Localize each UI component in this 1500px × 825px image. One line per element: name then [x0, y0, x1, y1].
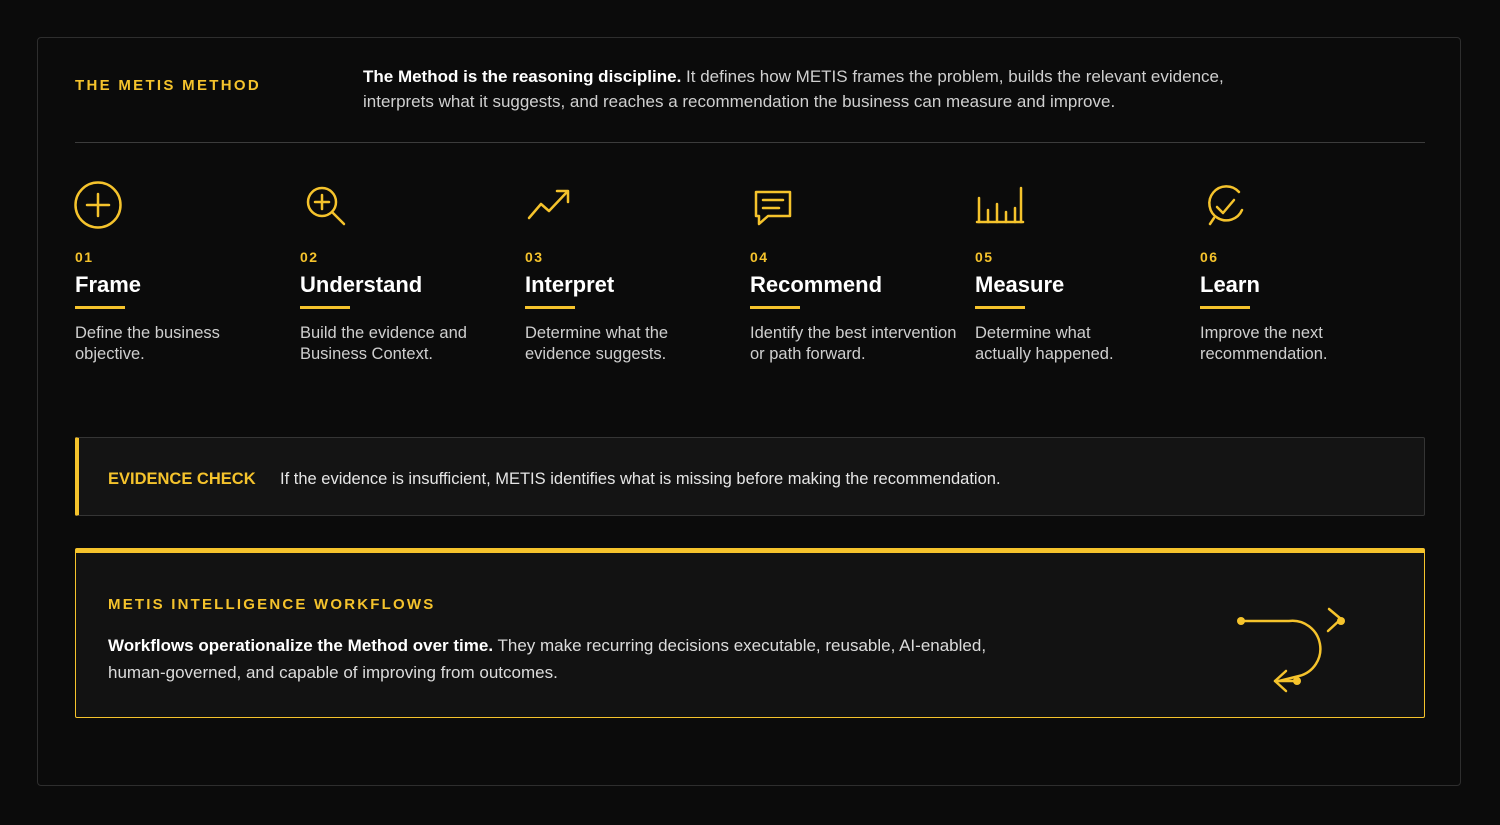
step-underline — [1200, 306, 1250, 309]
intro-paragraph: The Method is the reasoning discipline. … — [363, 64, 1243, 114]
workflows-paragraph: Workflows operationalize the Method over… — [108, 632, 1008, 686]
step-description: Determine what actually happened. — [975, 324, 1114, 363]
step-title: Interpret — [525, 272, 615, 297]
step-number: 06 — [1200, 249, 1219, 265]
step-measure: 05 Measure Determine what actually happe… — [975, 180, 1200, 363]
step-title: Measure — [975, 272, 1065, 297]
step-underline — [75, 306, 125, 309]
step-number: 02 — [300, 249, 319, 265]
step-description: Improve the next recommendation. — [1200, 324, 1328, 363]
step-interpret: 03 Interpret Determine what the evidence… — [525, 180, 750, 363]
step-frame: 01 Frame Define the business objective. — [73, 180, 298, 363]
step-number: 03 — [525, 249, 544, 265]
step-title: Learn — [1200, 272, 1260, 297]
step-recommend: 04 Recommend Identify the best intervent… — [750, 180, 975, 363]
trend-up-icon — [527, 189, 570, 220]
loop-arrow-icon — [1237, 607, 1345, 693]
evidence-check-label: EVIDENCE CHECK — [108, 470, 256, 488]
plus-circle-icon — [74, 181, 122, 229]
check-badge-icon — [1208, 185, 1244, 226]
evidence-check-callout: EVIDENCE CHECK If the evidence is insuff… — [75, 437, 1425, 516]
bar-chart-icon — [975, 186, 1025, 224]
section-kicker: THE METIS METHOD — [75, 77, 261, 94]
step-understand: 02 Understand Build the evidence and Bus… — [300, 180, 525, 363]
step-number: 05 — [975, 249, 994, 265]
workflows-bold: Workflows operationalize the Method over… — [108, 636, 494, 655]
step-description: Identify the best intervention or path f… — [750, 324, 957, 363]
step-title: Frame — [75, 272, 142, 297]
step-title: Understand — [300, 272, 423, 297]
step-description: Determine what the evidence suggests. — [525, 324, 669, 363]
step-underline — [975, 306, 1025, 309]
step-title: Recommend — [750, 272, 883, 297]
step-number: 01 — [75, 249, 94, 265]
divider — [75, 142, 1425, 143]
step-description: Define the business objective. — [75, 324, 220, 363]
intro-bold: The Method is the reasoning discipline. — [363, 67, 682, 86]
workflows-label: METIS INTELLIGENCE WORKFLOWS — [108, 596, 436, 613]
step-underline — [750, 306, 800, 309]
step-underline — [525, 306, 575, 309]
workflows-panel: METIS INTELLIGENCE WORKFLOWS Workflows o… — [75, 548, 1425, 718]
step-learn: 06 Learn Improve the next recommendation… — [1200, 180, 1425, 363]
step-underline — [300, 306, 350, 309]
step-number: 04 — [750, 249, 769, 265]
evidence-check-text: If the evidence is insufficient, METIS i… — [280, 470, 1001, 488]
step-description: Build the evidence and Business Context. — [300, 324, 467, 363]
message-icon — [754, 190, 792, 226]
zoom-in-icon — [306, 186, 346, 226]
